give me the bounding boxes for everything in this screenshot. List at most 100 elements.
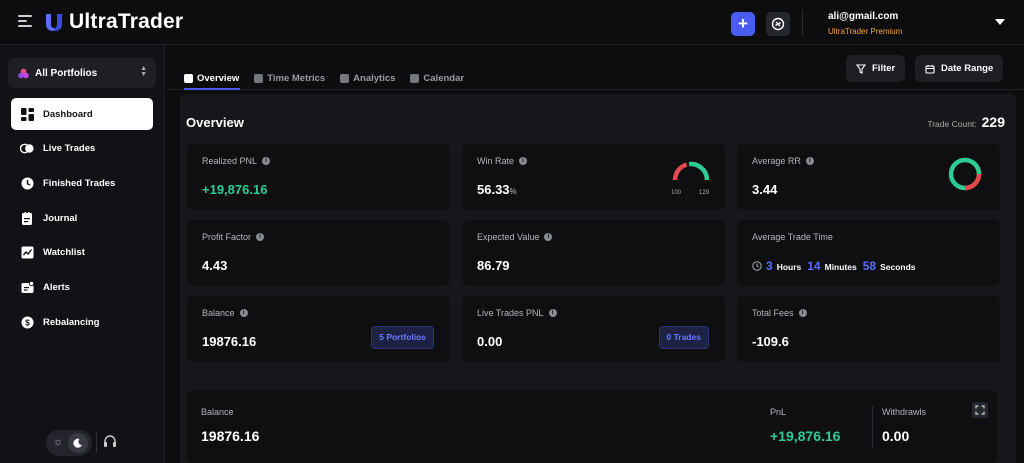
card-title: Expected Value i: [477, 232, 553, 242]
live-trades-icon: [20, 142, 34, 156]
portfolios-badge[interactable]: 5 Portfolios: [371, 326, 434, 349]
card-title-text: Win Rate: [477, 156, 515, 166]
card-title: Balance i: [202, 308, 248, 318]
profit-factor-card: Profit Factor i 4.43: [187, 220, 450, 286]
clock-icon: [752, 261, 762, 271]
chevron-up-down-icon: ▲ ▼: [140, 65, 147, 78]
sidebar-item-watchlist[interactable]: Watchlist: [11, 237, 153, 269]
journal-icon: [20, 211, 34, 225]
card-title: Total Fees i: [752, 308, 807, 318]
user-plan: UltraTrader Premium: [828, 27, 903, 36]
total-fees-card: Total Fees i -109.6: [737, 296, 1000, 362]
average-trade-time-card: Average Trade Time 3 Hours 14 Minutes 58…: [737, 220, 1000, 286]
trade-count-value: 229: [981, 114, 1005, 130]
filter-icon: [856, 63, 866, 74]
total-fees-value: -109.6: [752, 334, 789, 349]
seconds-value: 58: [862, 259, 877, 273]
add-button[interactable]: +: [731, 12, 755, 36]
dashboard-icon: [20, 107, 34, 121]
info-icon[interactable]: i: [548, 309, 557, 317]
clock-icon: [20, 176, 34, 190]
tab-overview[interactable]: Overview: [184, 67, 239, 89]
balance-panel-value: 19876.16: [201, 428, 260, 444]
balance-panel-label: Balance: [201, 407, 234, 417]
portfolio-icon: [18, 68, 29, 78]
sidebar-item-journal[interactable]: Journal: [11, 202, 153, 234]
win-rate-gauge: 100 129: [671, 161, 710, 196]
headset-icon[interactable]: [103, 434, 117, 453]
date-range-button[interactable]: Date Range: [915, 55, 1004, 82]
filter-label: Filter: [872, 63, 896, 74]
win-rate-card: Win Rate i 56.33% 100 129: [462, 144, 725, 210]
filter-button[interactable]: Filter: [846, 55, 906, 82]
logo-mark-icon: [46, 14, 62, 31]
pnl-value: +19,876.16: [770, 428, 841, 444]
average-rr-ring: [948, 157, 982, 191]
tab-label: Calendar: [423, 72, 465, 84]
realized-pnl-card: Realized PNL i +19,876.16: [187, 144, 450, 210]
balance-card: Balance i 19876.16 5 Portfolios: [187, 296, 450, 362]
tab-time-metrics[interactable]: Time Metrics: [254, 67, 325, 89]
analytics-icon: [340, 73, 350, 83]
realized-pnl-value: +19,876.16: [202, 182, 268, 197]
theme-toggle[interactable]: ☼: [46, 430, 92, 456]
balance-panel: Balance 19876.16 PnL +19,876.16 Withdraw…: [186, 390, 998, 463]
sidebar-item-label: Journal: [43, 212, 78, 224]
seconds-label: Seconds: [880, 262, 916, 272]
minutes-value: 14: [807, 259, 821, 273]
sidebar-item-label: Dashboard: [43, 108, 93, 120]
sidebar-item-label: Live Trades: [43, 143, 96, 155]
dollar-icon: $: [20, 315, 34, 329]
time-metrics-icon: [254, 73, 264, 83]
average-rr-card: Average RR i 3.44: [737, 144, 1000, 210]
card-title-text: Live Trades PNL: [477, 308, 544, 318]
tab-calendar[interactable]: Calendar: [410, 67, 464, 89]
card-title: Profit Factor i: [202, 232, 265, 242]
sidebar-item-finished-trades[interactable]: Finished Trades: [11, 167, 153, 199]
expected-value-card: Expected Value i 86.79: [462, 220, 725, 286]
withdrawls-label: Withdrawls: [882, 407, 927, 417]
expand-icon[interactable]: [972, 402, 988, 418]
hours-value: 3: [766, 259, 773, 273]
win-rate-unit: %: [509, 187, 517, 196]
app-logo[interactable]: UltraTrader: [44, 10, 183, 34]
sidebar-item-live-trades[interactable]: Live Trades: [11, 133, 153, 165]
info-icon[interactable]: i: [798, 309, 807, 317]
sidebar-item-alerts[interactable]: Alerts: [11, 271, 153, 303]
sidebar-item-label: Finished Trades: [43, 177, 116, 189]
sidebar-item-label: Rebalancing: [43, 316, 100, 328]
tab-analytics[interactable]: Analytics: [340, 67, 395, 89]
tab-label: Time Metrics: [267, 72, 326, 84]
sidebar-item-label: Alerts: [43, 281, 70, 293]
info-icon[interactable]: i: [262, 157, 271, 165]
trades-badge[interactable]: 0 Trades: [658, 326, 709, 349]
minutes-label: Minutes: [824, 262, 857, 272]
card-title: Realized PNL i: [202, 156, 271, 166]
card-title-text: Average RR: [752, 156, 801, 166]
info-icon[interactable]: i: [519, 157, 528, 165]
active-tab-indicator: [184, 88, 240, 90]
info-icon[interactable]: i: [256, 233, 265, 241]
menu-icon[interactable]: [18, 15, 32, 27]
info-icon[interactable]: i: [239, 309, 248, 317]
top-bar: UltraTrader + ali@gmail.com UltraTrader …: [0, 0, 1024, 45]
date-range-label: Date Range: [941, 63, 994, 74]
info-icon[interactable]: i: [544, 233, 553, 241]
average-rr-value: 3.44: [752, 182, 778, 197]
sidebar-item-rebalancing[interactable]: $ Rebalancing: [11, 306, 153, 338]
user-menu-chevron-down-icon[interactable]: [995, 19, 1005, 25]
info-icon[interactable]: i: [805, 157, 814, 165]
card-title-text: Profit Factor: [202, 232, 252, 242]
svg-text:$: $: [25, 317, 30, 327]
portfolio-selector[interactable]: All Portfolios ▲ ▼: [8, 58, 156, 88]
overview-content: Overview Trade Count: 229 Realized PNL i …: [180, 94, 1016, 463]
card-title: Live Trades PNL i: [477, 308, 557, 318]
profit-factor-value: 4.43: [202, 258, 228, 273]
sidebar-item-dashboard[interactable]: Dashboard: [11, 98, 153, 130]
link-button[interactable]: [766, 12, 790, 36]
overview-title: Overview: [186, 115, 244, 130]
watchlist-icon: [20, 246, 34, 260]
calendar-icon: [410, 73, 420, 83]
main-area: Overview Time Metrics Analytics Calendar…: [166, 45, 1024, 463]
sidebar-nav: Dashboard Live Trades Finished Trades Jo…: [11, 98, 153, 341]
